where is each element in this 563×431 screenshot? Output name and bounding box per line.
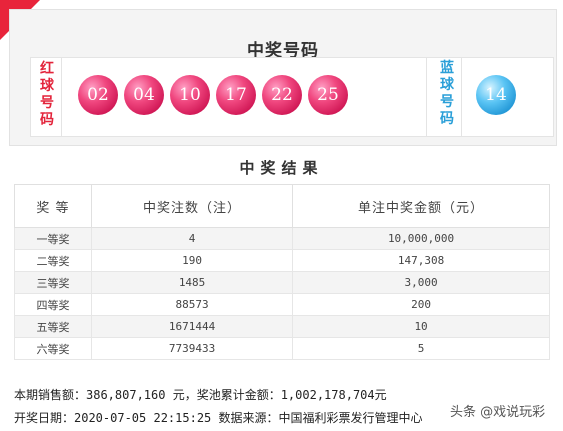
count-cell: 4 [90,227,294,250]
red-ball-label: 红球号码 [40,61,54,128]
red-ball-5: 22 [262,75,302,115]
level-cell: 六等奖 [14,337,92,360]
blue-ball-label: 蓝球号码 [440,60,454,127]
red-ball-2: 04 [124,75,164,115]
level-cell: 四等奖 [14,293,92,316]
header-level: 奖 等 [14,184,92,228]
count-cell: 190 [90,249,294,272]
blue-ball: 14 [476,75,516,115]
header-amount: 单注中奖金额（元） [292,184,550,228]
level-cell: 二等奖 [14,249,92,272]
results-title: 中奖结果 [239,159,324,177]
table-row: 四等奖 88573 200 [14,293,550,316]
table-row: 六等奖 7739433 5 [14,337,550,360]
draw-info: 开奖日期：2020-07-05 22:15:25 数据来源：中国福利彩票发行管理… [14,411,423,425]
red-ball-4: 17 [216,75,256,115]
table-row: 一等奖 4 10,000,000 [14,227,550,250]
amount-cell: 5 [292,337,550,360]
table-header-row: 奖 等 中奖注数（注） 单注中奖金额（元） [14,184,550,228]
level-cell: 一等奖 [14,227,92,250]
red-ball-3: 10 [170,75,210,115]
amount-cell: 3,000 [292,271,550,294]
red-ball-1: 02 [78,75,118,115]
count-cell: 7739433 [90,337,294,360]
count-cell: 88573 [90,293,294,316]
level-cell: 三等奖 [14,271,92,294]
count-cell: 1485 [90,271,294,294]
amount-cell: 10,000,000 [292,227,550,250]
sales-info: 本期销售额：386,807,160 元，奖池累计金额：1,002,178,704… [14,388,387,402]
amount-cell: 200 [292,293,550,316]
balls-row: 红球号码 02 04 10 17 22 25 蓝球号码 14 [30,57,554,137]
table-row: 五等奖 1671444 10 [14,315,550,338]
level-cell: 五等奖 [14,315,92,338]
prize-table: 奖 等 中奖注数（注） 单注中奖金额（元） 一等奖 4 10,000,000 二… [14,184,550,360]
divider [461,58,462,136]
watermark: 头条 @戏说玩彩 [450,405,546,420]
header-count: 中奖注数（注） [90,184,294,228]
divider [61,58,62,136]
table-row: 三等奖 1485 3,000 [14,271,550,294]
amount-cell: 10 [292,315,550,338]
count-cell: 1671444 [90,315,294,338]
red-ball-6: 25 [308,75,348,115]
divider [426,58,427,136]
amount-cell: 147,308 [292,249,550,272]
table-row: 二等奖 190 147,308 [14,249,550,272]
